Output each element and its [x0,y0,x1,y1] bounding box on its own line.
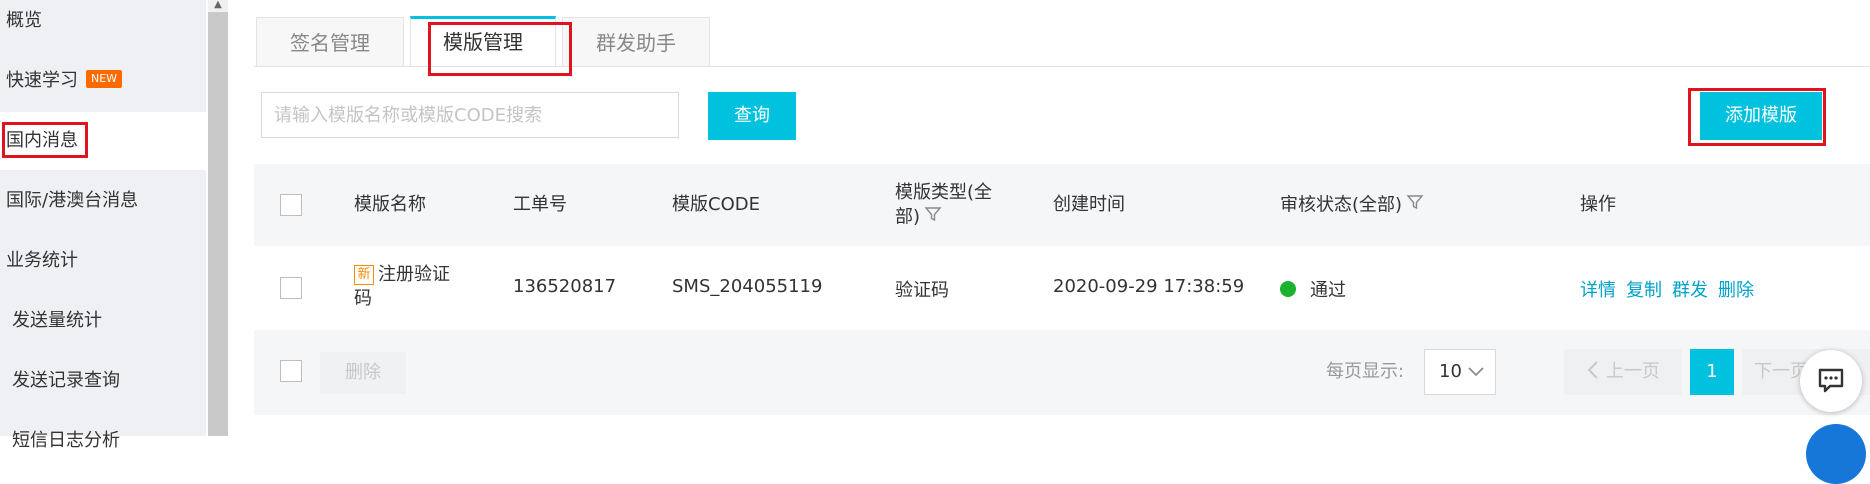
column-header-status[interactable]: 审核状态(全部) [1280,193,1424,218]
bulk-send-link[interactable]: 群发 [1672,280,1708,301]
sidebar-item-label: 短信日志分析 [12,430,120,451]
sidebar-item-quick-learn[interactable]: 快速学习 NEW [0,52,206,110]
actions-cell: 详情 复制 群发 删除 [1580,276,1764,302]
sidebar-item-label: 概览 [6,10,42,31]
query-button[interactable]: 查询 [708,92,796,140]
table-row: 新注册验证 码 136520817 SMS_204055119 验证码 2020… [254,246,1870,331]
chevron-down-icon [1467,350,1485,411]
template-type-cell: 验证码 [895,280,949,301]
sidebar-item-log-analysis[interactable]: 短信日志分析 [0,412,206,470]
new-tag: 新 [354,265,374,285]
page-size-value: 10 [1439,361,1462,382]
new-badge: NEW [86,70,123,88]
sidebar-item-label: 国际/港澳台消息 [6,190,139,211]
sidebar-item-label: 快速学习 [6,70,78,91]
add-button-highlight-box [1688,88,1826,146]
prev-page-button[interactable]: 上一页 [1564,349,1682,395]
table-header: 模版名称 工单号 模版CODE 模版类型(全 部) 创建时间 审核状态(全部) … [254,164,1870,246]
copy-link[interactable]: 复制 [1626,280,1662,301]
delete-link[interactable]: 删除 [1718,280,1754,301]
row-checkbox[interactable] [280,277,302,299]
sidebar-item-label: 业务统计 [6,250,78,271]
sidebar-item-send-volume[interactable]: 发送量统计 [0,292,206,350]
search-input[interactable] [261,92,679,138]
column-header-type-line1: 模版类型(全 [895,182,993,203]
batch-delete-button[interactable]: 删除 [320,352,406,394]
template-name-cell: 新注册验证 码 [354,263,450,311]
tab-label: 群发助手 [596,31,676,55]
tab-signature-management[interactable]: 签名管理 [256,17,404,67]
page-size-select[interactable]: 10 [1424,349,1496,395]
sidebar: 概览 快速学习 NEW 国内消息 国际/港澳台消息 业务统计 发送量统计 发送记录… [0,0,206,451]
filter-icon[interactable] [1406,193,1424,218]
column-header-ticket: 工单号 [513,194,567,215]
column-header-type-line2: 部) [895,206,921,228]
footer-select-all-checkbox[interactable] [280,360,302,382]
column-header-actions: 操作 [1580,194,1616,215]
page-number-current[interactable]: 1 [1690,349,1734,395]
scroll-up-icon[interactable]: ▲ [208,0,228,12]
page-size-label: 每页显示: [1326,361,1405,382]
sidebar-item-label: 发送量统计 [12,310,102,331]
sidebar-item-overview[interactable]: 概览 [0,0,206,50]
sidebar-item-business-stats[interactable]: 业务统计 [0,232,206,290]
status-cell: 通过 [1280,276,1346,302]
status-dot-icon [1280,281,1296,297]
template-name-line2: 码 [354,288,372,309]
status-text: 通过 [1310,280,1346,301]
floating-action-button[interactable] [1806,424,1866,484]
select-all-checkbox[interactable] [280,194,302,216]
chevron-left-icon [1586,361,1600,382]
tab-label: 签名管理 [290,31,370,55]
sidebar-item-label: 发送记录查询 [12,370,120,391]
chat-support-button[interactable] [1800,350,1862,412]
column-header-type[interactable]: 模版类型(全 部) [895,181,992,230]
filter-icon[interactable] [924,205,942,230]
column-header-code: 模版CODE [672,194,760,215]
sidebar-scrollbar[interactable]: ▲ [208,0,228,436]
details-link[interactable]: 详情 [1580,280,1616,301]
column-header-name: 模版名称 [354,194,426,215]
prev-page-label: 上一页 [1605,361,1660,382]
sidebar-item-international-messages[interactable]: 国际/港澳台消息 [0,172,206,230]
sidebar-highlight-box [2,122,88,158]
created-time-cell: 2020-09-29 17:38:59 [1053,276,1245,297]
column-header-status-label: 审核状态(全部) [1280,194,1403,216]
column-header-created: 创建时间 [1053,194,1125,215]
ticket-cell: 136520817 [513,276,617,297]
chat-icon [1800,368,1862,416]
sidebar-item-send-records[interactable]: 发送记录查询 [0,352,206,410]
tab-bulk-send-assistant[interactable]: 群发助手 [562,17,710,67]
tab-highlight-box [428,22,572,76]
template-name-line1: 注册验证 [378,264,450,285]
template-code-cell: SMS_204055119 [672,276,823,297]
